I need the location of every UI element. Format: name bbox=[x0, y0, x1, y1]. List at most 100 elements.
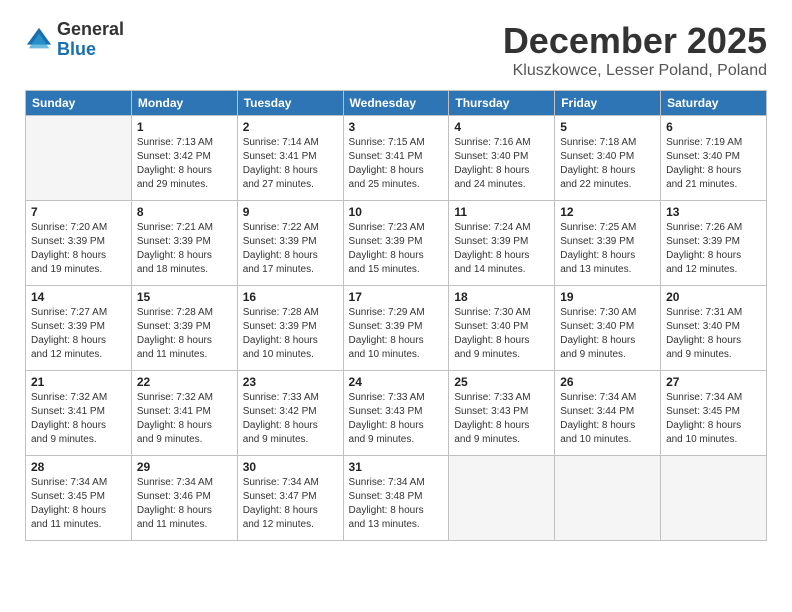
week-row-4: 21 Sunrise: 7:32 AM Sunset: 3:41 PM Dayli… bbox=[26, 371, 767, 456]
calendar-cell: 31 Sunrise: 7:34 AM Sunset: 3:48 PM Dayli… bbox=[343, 456, 449, 541]
calendar-cell bbox=[449, 456, 555, 541]
calendar-cell: 13Sunrise: 7:26 AM Sunset: 3:39 PM Dayli… bbox=[661, 201, 767, 286]
page-header: General Blue December 2025 Kluszkowce, L… bbox=[25, 20, 767, 80]
calendar-cell: 1Sunrise: 7:13 AM Sunset: 3:42 PM Daylig… bbox=[131, 116, 237, 201]
day-number: 11 bbox=[454, 205, 549, 219]
calendar-header-sunday: Sunday bbox=[26, 91, 132, 116]
calendar-cell: 16Sunrise: 7:28 AM Sunset: 3:39 PM Dayli… bbox=[237, 286, 343, 371]
day-number: 27 bbox=[666, 375, 761, 389]
day-info: Sunrise: 7:33 AM Sunset: 3:42 PM Dayligh… bbox=[243, 391, 338, 447]
day-info: Sunrise: 7:27 AM Sunset: 3:39 PM Dayligh… bbox=[31, 306, 126, 362]
day-number: 24 bbox=[349, 375, 444, 389]
week-row-3: 14 Sunrise: 7:27 AM Sunset: 3:39 PM Dayli… bbox=[26, 286, 767, 371]
day-info: Sunrise: 7:34 AM Sunset: 3:47 PM Dayligh… bbox=[243, 476, 338, 532]
calendar-cell: 24 Sunrise: 7:33 AM Sunset: 3:43 PM Dayli… bbox=[343, 371, 449, 456]
day-number: 18 bbox=[454, 290, 549, 304]
calendar-cell: 14 Sunrise: 7:27 AM Sunset: 3:39 PM Dayli… bbox=[26, 286, 132, 371]
title-section: December 2025 Kluszkowce, Lesser Poland,… bbox=[503, 20, 767, 80]
day-number: 14 bbox=[31, 290, 126, 304]
calendar-cell: 12 Sunrise: 7:25 AM Sunset: 3:39 PM Dayli… bbox=[555, 201, 661, 286]
calendar-cell: 20 Sunrise: 7:31 AM Sunset: 3:40 PM Dayli… bbox=[661, 286, 767, 371]
calendar-cell: 5Sunrise: 7:18 AM Sunset: 3:40 PM Daylig… bbox=[555, 116, 661, 201]
calendar-cell: 6Sunrise: 7:19 AM Sunset: 3:40 PM Daylig… bbox=[661, 116, 767, 201]
day-info: Sunrise: 7:15 AM Sunset: 3:41 PM Dayligh… bbox=[349, 136, 444, 192]
day-info: Sunrise: 7:34 AM Sunset: 3:48 PM Dayligh… bbox=[349, 476, 444, 532]
day-info: Sunrise: 7:22 AM Sunset: 3:39 PM Dayligh… bbox=[243, 221, 338, 277]
day-info: Sunrise: 7:23 AM Sunset: 3:39 PM Dayligh… bbox=[349, 221, 444, 277]
day-info: Sunrise: 7:34 AM Sunset: 3:46 PM Dayligh… bbox=[137, 476, 232, 532]
calendar-cell: 30 Sunrise: 7:34 AM Sunset: 3:47 PM Dayli… bbox=[237, 456, 343, 541]
day-number: 8 bbox=[137, 205, 232, 219]
calendar-cell: 21 Sunrise: 7:32 AM Sunset: 3:41 PM Dayli… bbox=[26, 371, 132, 456]
calendar-header-saturday: Saturday bbox=[661, 91, 767, 116]
calendar-cell: 8 Sunrise: 7:21 AM Sunset: 3:39 PM Daylig… bbox=[131, 201, 237, 286]
calendar-cell: 27Sunrise: 7:34 AM Sunset: 3:45 PM Dayli… bbox=[661, 371, 767, 456]
day-number: 12 bbox=[560, 205, 655, 219]
logo: General Blue bbox=[25, 20, 124, 60]
day-number: 1 bbox=[137, 120, 232, 134]
day-info: Sunrise: 7:28 AM Sunset: 3:39 PM Dayligh… bbox=[243, 306, 338, 362]
calendar-cell: 18 Sunrise: 7:30 AM Sunset: 3:40 PM Dayli… bbox=[449, 286, 555, 371]
month-title: December 2025 bbox=[503, 20, 767, 62]
day-number: 25 bbox=[454, 375, 549, 389]
day-number: 13 bbox=[666, 205, 761, 219]
calendar-cell: 4Sunrise: 7:16 AM Sunset: 3:40 PM Daylig… bbox=[449, 116, 555, 201]
calendar-cell: 11Sunrise: 7:24 AM Sunset: 3:39 PM Dayli… bbox=[449, 201, 555, 286]
day-info: Sunrise: 7:30 AM Sunset: 3:40 PM Dayligh… bbox=[454, 306, 549, 362]
day-number: 20 bbox=[666, 290, 761, 304]
day-number: 15 bbox=[137, 290, 232, 304]
day-number: 2 bbox=[243, 120, 338, 134]
calendar-header-friday: Friday bbox=[555, 91, 661, 116]
calendar: SundayMondayTuesdayWednesdayThursdayFrid… bbox=[25, 90, 767, 541]
day-number: 7 bbox=[31, 205, 126, 219]
calendar-cell bbox=[26, 116, 132, 201]
day-number: 30 bbox=[243, 460, 338, 474]
calendar-cell: 2Sunrise: 7:14 AM Sunset: 3:41 PM Daylig… bbox=[237, 116, 343, 201]
calendar-cell bbox=[661, 456, 767, 541]
logo-text: General Blue bbox=[57, 20, 124, 60]
day-number: 3 bbox=[349, 120, 444, 134]
day-info: Sunrise: 7:28 AM Sunset: 3:39 PM Dayligh… bbox=[137, 306, 232, 362]
week-row-1: 1Sunrise: 7:13 AM Sunset: 3:42 PM Daylig… bbox=[26, 116, 767, 201]
day-number: 5 bbox=[560, 120, 655, 134]
day-number: 9 bbox=[243, 205, 338, 219]
calendar-cell: 9 Sunrise: 7:22 AM Sunset: 3:39 PM Daylig… bbox=[237, 201, 343, 286]
day-info: Sunrise: 7:33 AM Sunset: 3:43 PM Dayligh… bbox=[349, 391, 444, 447]
day-number: 19 bbox=[560, 290, 655, 304]
calendar-header-monday: Monday bbox=[131, 91, 237, 116]
calendar-header-tuesday: Tuesday bbox=[237, 91, 343, 116]
day-info: Sunrise: 7:34 AM Sunset: 3:45 PM Dayligh… bbox=[31, 476, 126, 532]
calendar-cell: 22Sunrise: 7:32 AM Sunset: 3:41 PM Dayli… bbox=[131, 371, 237, 456]
calendar-cell: 7 Sunrise: 7:20 AM Sunset: 3:39 PM Daylig… bbox=[26, 201, 132, 286]
day-info: Sunrise: 7:34 AM Sunset: 3:44 PM Dayligh… bbox=[560, 391, 655, 447]
calendar-cell: 29 Sunrise: 7:34 AM Sunset: 3:46 PM Dayli… bbox=[131, 456, 237, 541]
calendar-header-wednesday: Wednesday bbox=[343, 91, 449, 116]
calendar-cell: 26Sunrise: 7:34 AM Sunset: 3:44 PM Dayli… bbox=[555, 371, 661, 456]
day-info: Sunrise: 7:16 AM Sunset: 3:40 PM Dayligh… bbox=[454, 136, 549, 192]
location-title: Kluszkowce, Lesser Poland, Poland bbox=[503, 62, 767, 80]
calendar-cell: 28Sunrise: 7:34 AM Sunset: 3:45 PM Dayli… bbox=[26, 456, 132, 541]
day-info: Sunrise: 7:32 AM Sunset: 3:41 PM Dayligh… bbox=[31, 391, 126, 447]
day-info: Sunrise: 7:20 AM Sunset: 3:39 PM Dayligh… bbox=[31, 221, 126, 277]
calendar-cell: 17Sunrise: 7:29 AM Sunset: 3:39 PM Dayli… bbox=[343, 286, 449, 371]
day-number: 21 bbox=[31, 375, 126, 389]
logo-icon bbox=[25, 26, 53, 54]
calendar-cell: 19 Sunrise: 7:30 AM Sunset: 3:40 PM Dayli… bbox=[555, 286, 661, 371]
day-number: 31 bbox=[349, 460, 444, 474]
calendar-header-thursday: Thursday bbox=[449, 91, 555, 116]
day-info: Sunrise: 7:33 AM Sunset: 3:43 PM Dayligh… bbox=[454, 391, 549, 447]
day-info: Sunrise: 7:30 AM Sunset: 3:40 PM Dayligh… bbox=[560, 306, 655, 362]
calendar-cell: 23 Sunrise: 7:33 AM Sunset: 3:42 PM Dayli… bbox=[237, 371, 343, 456]
calendar-cell: 15 Sunrise: 7:28 AM Sunset: 3:39 PM Dayli… bbox=[131, 286, 237, 371]
calendar-cell: 25 Sunrise: 7:33 AM Sunset: 3:43 PM Dayli… bbox=[449, 371, 555, 456]
day-number: 23 bbox=[243, 375, 338, 389]
day-info: Sunrise: 7:21 AM Sunset: 3:39 PM Dayligh… bbox=[137, 221, 232, 277]
day-number: 17 bbox=[349, 290, 444, 304]
day-number: 29 bbox=[137, 460, 232, 474]
day-info: Sunrise: 7:19 AM Sunset: 3:40 PM Dayligh… bbox=[666, 136, 761, 192]
calendar-cell bbox=[555, 456, 661, 541]
calendar-cell: 10Sunrise: 7:23 AM Sunset: 3:39 PM Dayli… bbox=[343, 201, 449, 286]
day-info: Sunrise: 7:25 AM Sunset: 3:39 PM Dayligh… bbox=[560, 221, 655, 277]
day-info: Sunrise: 7:31 AM Sunset: 3:40 PM Dayligh… bbox=[666, 306, 761, 362]
day-info: Sunrise: 7:32 AM Sunset: 3:41 PM Dayligh… bbox=[137, 391, 232, 447]
